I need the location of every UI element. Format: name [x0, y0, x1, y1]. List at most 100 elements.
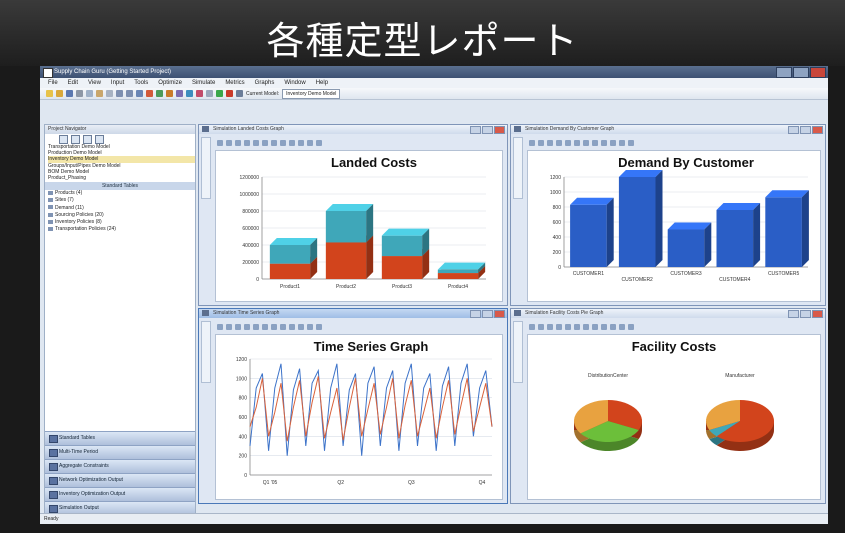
- nav-inventory-optimization-button[interactable]: Inventory Optimization Output: [45, 487, 195, 501]
- minimize-button[interactable]: [788, 310, 799, 318]
- chart-tool-icon[interactable]: [280, 324, 286, 330]
- list-item[interactable]: Sites (7): [48, 197, 195, 204]
- chart-tool-icon[interactable]: [619, 324, 625, 330]
- list-item[interactable]: Products (4): [48, 190, 195, 197]
- side-tab[interactable]: [201, 321, 211, 383]
- close-button[interactable]: [494, 310, 505, 318]
- chart-tool-icon[interactable]: [298, 324, 304, 330]
- chart-tool-icon[interactable]: [529, 140, 535, 146]
- side-tab[interactable]: [513, 137, 523, 199]
- table-icon[interactable]: [136, 90, 143, 97]
- chart-tool-icon[interactable]: [592, 140, 598, 146]
- chart-tool-icon[interactable]: [601, 324, 607, 330]
- chart-tool-icon[interactable]: [262, 324, 268, 330]
- chart-tool-icon[interactable]: [628, 140, 634, 146]
- menu-input[interactable]: Input: [111, 78, 124, 88]
- chart-tool-icon[interactable]: [289, 324, 295, 330]
- redo-icon[interactable]: [126, 90, 133, 97]
- close-button[interactable]: [494, 126, 505, 134]
- list-item[interactable]: Sourcing Policies (20): [48, 212, 195, 219]
- menu-view[interactable]: View: [88, 78, 101, 88]
- menu-help[interactable]: Help: [316, 78, 328, 88]
- nav-multi-time-period-button[interactable]: Multi-Time Period: [45, 445, 195, 459]
- chart-tool-icon[interactable]: [244, 140, 250, 146]
- settings-icon[interactable]: [236, 90, 243, 97]
- chart-tool-icon[interactable]: [235, 324, 241, 330]
- menu-metrics[interactable]: Metrics: [225, 78, 244, 88]
- minimize-button[interactable]: [788, 126, 799, 134]
- close-button[interactable]: [810, 67, 826, 78]
- list-item[interactable]: Transportation Policies (24): [48, 226, 195, 233]
- chart-tool-icon[interactable]: [565, 324, 571, 330]
- minimize-button[interactable]: [470, 310, 481, 318]
- refresh-icon[interactable]: [95, 134, 104, 144]
- chart-tool-icon[interactable]: [610, 140, 616, 146]
- delete-model-icon[interactable]: [71, 134, 80, 144]
- list-item[interactable]: Demand (11): [48, 205, 195, 212]
- filter-icon[interactable]: [166, 90, 173, 97]
- menu-graphs[interactable]: Graphs: [255, 78, 275, 88]
- close-button[interactable]: [812, 310, 823, 318]
- chart-tool-icon[interactable]: [307, 140, 313, 146]
- nav-standard-tables-button[interactable]: Standard Tables: [45, 431, 195, 445]
- chart-tool-icon[interactable]: [556, 140, 562, 146]
- maximize-button[interactable]: [793, 67, 809, 78]
- chart-icon[interactable]: [146, 90, 153, 97]
- undo-icon[interactable]: [116, 90, 123, 97]
- chart-tool-icon[interactable]: [574, 324, 580, 330]
- side-tab[interactable]: [513, 321, 523, 383]
- chart-tool-icon[interactable]: [556, 324, 562, 330]
- current-model-select[interactable]: Inventory Demo Model: [282, 88, 341, 99]
- minimize-button[interactable]: [470, 126, 481, 134]
- list-item[interactable]: Inventory Policies (8): [48, 219, 195, 226]
- nav-aggregate-constraints-button[interactable]: Aggregate Constraints: [45, 459, 195, 473]
- chart-tool-icon[interactable]: [316, 140, 322, 146]
- chart-tool-icon[interactable]: [262, 140, 268, 146]
- group-icon[interactable]: [186, 90, 193, 97]
- cut-icon[interactable]: [106, 90, 113, 97]
- chart-tool-icon[interactable]: [592, 324, 598, 330]
- minimize-button[interactable]: [776, 67, 792, 78]
- menu-optimize[interactable]: Optimize: [158, 78, 182, 88]
- chart-tool-icon[interactable]: [271, 140, 277, 146]
- chart-tool-icon[interactable]: [307, 324, 313, 330]
- chart-tool-icon[interactable]: [565, 140, 571, 146]
- chart-tool-icon[interactable]: [619, 140, 625, 146]
- menu-window[interactable]: Window: [284, 78, 305, 88]
- chart-tool-icon[interactable]: [226, 324, 232, 330]
- open-icon[interactable]: [56, 90, 63, 97]
- properties-icon[interactable]: [83, 134, 92, 144]
- paste-icon[interactable]: [96, 90, 103, 97]
- chart-tool-icon[interactable]: [547, 140, 553, 146]
- chart-tool-icon[interactable]: [610, 324, 616, 330]
- chart-tool-icon[interactable]: [244, 324, 250, 330]
- chart-tool-icon[interactable]: [271, 324, 277, 330]
- stop-icon[interactable]: [226, 90, 233, 97]
- menu-file[interactable]: File: [48, 78, 58, 88]
- copy-icon[interactable]: [86, 90, 93, 97]
- side-tab[interactable]: [201, 137, 211, 199]
- chart-tool-icon[interactable]: [538, 324, 544, 330]
- chart-tool-icon[interactable]: [583, 324, 589, 330]
- new-icon[interactable]: [46, 90, 53, 97]
- chart-tool-icon[interactable]: [226, 140, 232, 146]
- chart-tool-icon[interactable]: [316, 324, 322, 330]
- chart-tool-icon[interactable]: [253, 324, 259, 330]
- chart-tool-icon[interactable]: [289, 140, 295, 146]
- menu-tools[interactable]: Tools: [134, 78, 148, 88]
- chart-tool-icon[interactable]: [583, 140, 589, 146]
- menu-simulate[interactable]: Simulate: [192, 78, 215, 88]
- maximize-button[interactable]: [482, 126, 493, 134]
- chart-tool-icon[interactable]: [298, 140, 304, 146]
- close-button[interactable]: [812, 126, 823, 134]
- print-icon[interactable]: [76, 90, 83, 97]
- chart-tool-icon[interactable]: [529, 324, 535, 330]
- chart-tool-icon[interactable]: [253, 140, 259, 146]
- chart-tool-icon[interactable]: [217, 140, 223, 146]
- find-icon[interactable]: [206, 90, 213, 97]
- run-icon[interactable]: [216, 90, 223, 97]
- maximize-button[interactable]: [800, 310, 811, 318]
- sort-icon[interactable]: [176, 90, 183, 97]
- new-model-icon[interactable]: [59, 134, 68, 144]
- chart-tool-icon[interactable]: [538, 140, 544, 146]
